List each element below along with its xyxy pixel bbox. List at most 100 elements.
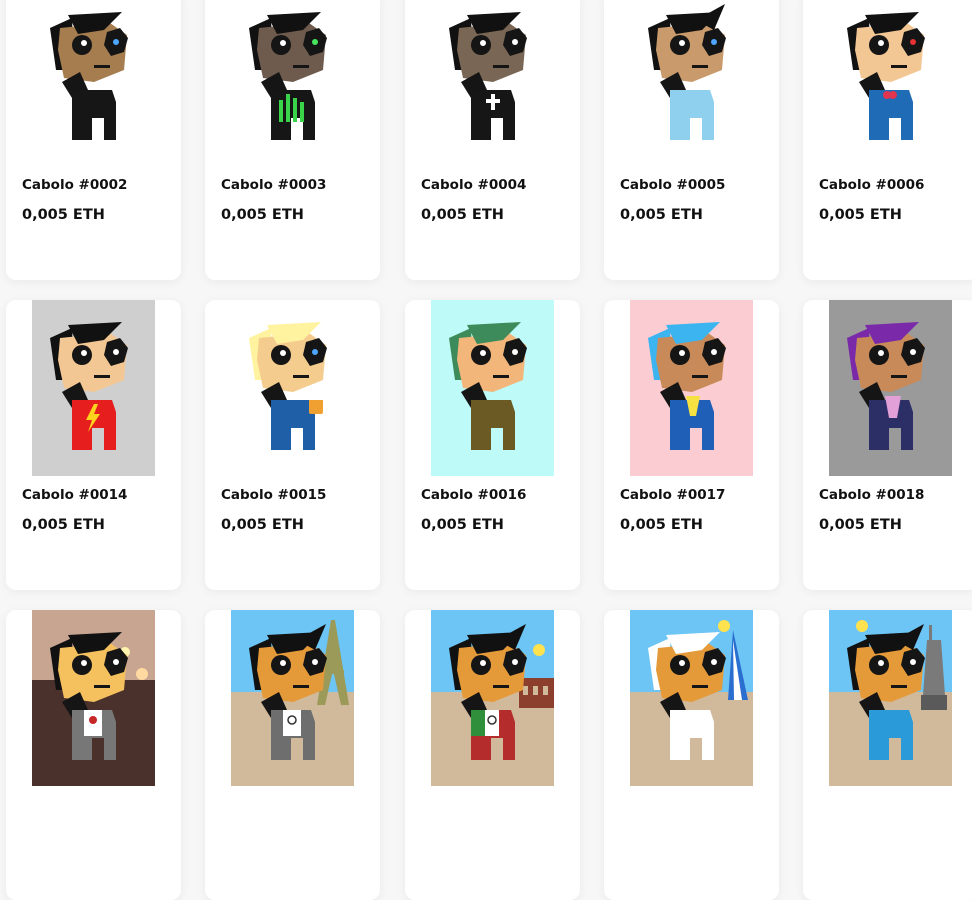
ground <box>231 692 354 786</box>
mouth <box>94 375 110 378</box>
mouth <box>891 65 907 68</box>
eye-right <box>711 659 717 665</box>
nft-image[interactable] <box>630 0 753 166</box>
nft-price: 0,005 ETH <box>819 207 902 223</box>
nft-image[interactable] <box>431 610 554 786</box>
mouth <box>94 65 110 68</box>
colosseum-arch <box>533 686 538 695</box>
mouth <box>493 65 509 68</box>
nft-card[interactable]: Cabolo #0003 0,005 ETH <box>205 0 380 280</box>
nft-price: 0,005 ETH <box>22 207 105 223</box>
sun <box>856 620 868 632</box>
nft-image[interactable] <box>231 610 354 786</box>
nft-artwork <box>829 610 952 786</box>
nft-card[interactable] <box>803 610 972 900</box>
nft-image[interactable] <box>32 0 155 166</box>
nft-artwork <box>32 610 155 786</box>
nft-artwork <box>231 610 354 786</box>
nft-price: 0,005 ETH <box>22 517 105 533</box>
nft-card[interactable]: Cabolo #0017 0,005 ETH <box>604 300 779 590</box>
body <box>271 400 315 450</box>
nft-image[interactable] <box>32 610 155 786</box>
mouth <box>94 685 110 688</box>
nft-card[interactable] <box>205 610 380 900</box>
chart-bar-2 <box>293 98 297 122</box>
colosseum-arch <box>523 686 528 695</box>
mouth <box>493 375 509 378</box>
eye-right <box>711 349 717 355</box>
eye-right <box>113 39 119 45</box>
eye-left-pupil <box>878 350 884 356</box>
eye-left-pupil <box>878 40 884 46</box>
eiffel-deck <box>322 670 344 674</box>
eye-left-pupil <box>280 40 286 46</box>
nft-image[interactable] <box>231 0 354 166</box>
eye-right <box>312 659 318 665</box>
nft-grid: Cabolo #0002 0,005 ETH Cabolo #0003 0,005 E… <box>0 0 972 900</box>
nft-name: Cabolo #0003 <box>221 177 327 193</box>
mouth <box>692 685 708 688</box>
nft-name: Cabolo #0002 <box>22 177 128 193</box>
eye-left-pupil <box>280 660 286 666</box>
nft-image[interactable] <box>829 610 952 786</box>
nft-image[interactable] <box>431 0 554 166</box>
nft-artwork <box>431 610 554 786</box>
flag-green <box>471 710 485 736</box>
nft-name: Cabolo #0006 <box>819 177 925 193</box>
pedestal <box>921 695 947 710</box>
nft-image[interactable] <box>630 610 753 786</box>
nft-card[interactable]: Cabolo #0004 0,005 ETH <box>405 0 580 280</box>
nft-price: 0,005 ETH <box>221 517 304 533</box>
eye-left-pupil <box>480 40 486 46</box>
nft-card[interactable] <box>405 610 580 900</box>
eye-left-pupil <box>878 660 884 666</box>
nft-price: 0,005 ETH <box>421 517 504 533</box>
mouth <box>692 65 708 68</box>
nft-card[interactable] <box>604 610 779 900</box>
nft-name: Cabolo #0004 <box>421 177 527 193</box>
colosseum-arch <box>543 686 548 695</box>
nft-artwork <box>50 12 128 140</box>
chart-bar-0 <box>279 100 283 122</box>
nft-artwork <box>32 300 155 476</box>
heart-right <box>889 91 897 99</box>
nft-artwork <box>249 12 327 140</box>
mouth <box>293 65 309 68</box>
nft-image[interactable] <box>829 0 952 166</box>
rebel-icon <box>89 716 97 724</box>
nft-price: 0,005 ETH <box>221 207 304 223</box>
nft-name: Cabolo #0018 <box>819 487 925 503</box>
eye-left-pupil <box>81 40 87 46</box>
eye-left-pupil <box>81 660 87 666</box>
mouth <box>891 685 907 688</box>
nft-name: Cabolo #0017 <box>620 487 726 503</box>
nft-price: 0,005 ETH <box>819 517 902 533</box>
nft-card[interactable]: Cabolo #0005 0,005 ETH <box>604 0 779 280</box>
nft-artwork <box>648 4 726 140</box>
eye-right <box>711 39 717 45</box>
eye-left-pupil <box>280 350 286 356</box>
nft-name: Cabolo #0016 <box>421 487 527 503</box>
nft-card[interactable]: Cabolo #0002 0,005 ETH <box>6 0 181 280</box>
eye-right <box>512 659 518 665</box>
chart-bar-1 <box>286 94 290 122</box>
nft-card[interactable]: Cabolo #0016 0,005 ETH <box>405 300 580 590</box>
eye-left-pupil <box>679 40 685 46</box>
eye-left-pupil <box>81 350 87 356</box>
nft-image[interactable] <box>630 300 753 476</box>
nft-image[interactable] <box>231 300 354 476</box>
nft-card[interactable]: Cabolo #0014 0,005 ETH <box>6 300 181 590</box>
nft-card[interactable]: Cabolo #0018 0,005 ETH <box>803 300 972 590</box>
shirt <box>283 710 301 736</box>
beer-mug <box>309 398 323 414</box>
nft-image[interactable] <box>32 300 155 476</box>
eye-left-pupil <box>679 660 685 666</box>
nft-card[interactable] <box>6 610 181 900</box>
nft-name: Cabolo #0015 <box>221 487 327 503</box>
nft-image[interactable] <box>829 300 952 476</box>
nft-artwork <box>431 300 554 476</box>
nft-image[interactable] <box>431 300 554 476</box>
nft-card[interactable]: Cabolo #0006 0,005 ETH <box>803 0 972 280</box>
eye-right <box>113 349 119 355</box>
nft-card[interactable]: Cabolo #0015 0,005 ETH <box>205 300 380 590</box>
